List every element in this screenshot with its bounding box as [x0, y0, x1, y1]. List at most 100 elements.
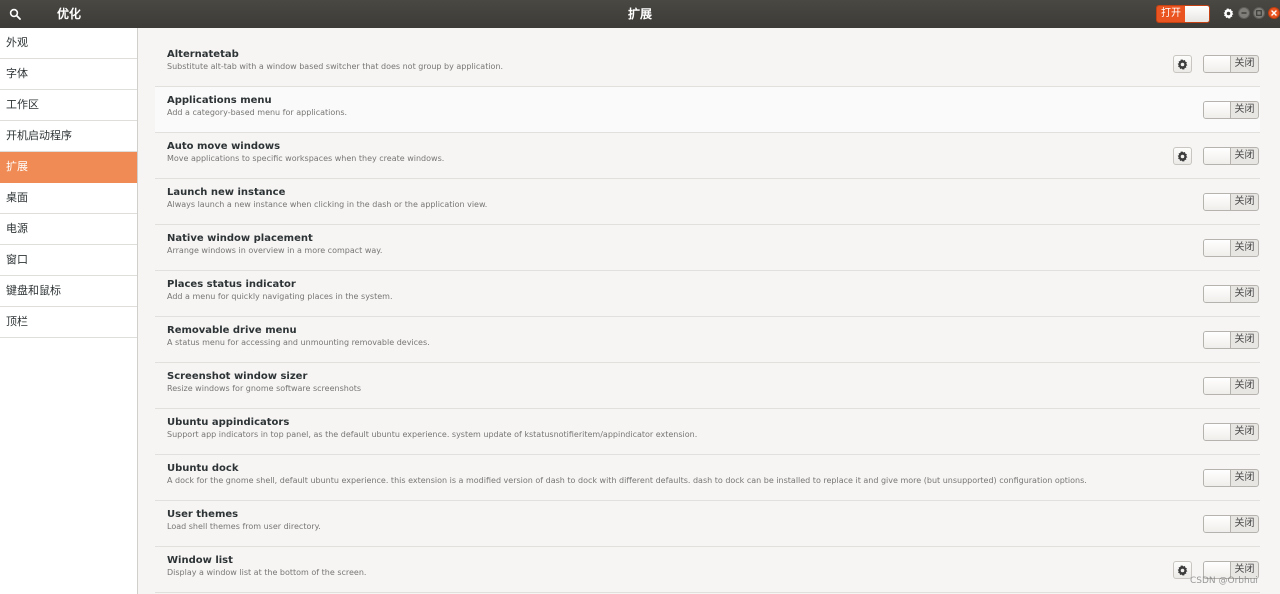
- extension-description: Always launch a new instance when clicki…: [167, 200, 488, 209]
- extension-name: Applications menu: [167, 95, 272, 106]
- sidebar-item-workspaces[interactable]: 工作区: [0, 90, 137, 121]
- extension-row: Native window placement Arrange windows i…: [155, 225, 1260, 271]
- watermark: CSDN @Orbhui: [1190, 576, 1258, 586]
- close-button[interactable]: [1268, 7, 1280, 19]
- toggle-knob: [1204, 148, 1231, 164]
- extension-row: Ubuntu appindicators Support app indicato…: [155, 409, 1260, 455]
- app-title: 优化: [57, 7, 82, 21]
- extension-description: Arrange windows in overview in a more co…: [167, 246, 383, 255]
- gear-icon[interactable]: [1222, 7, 1234, 19]
- extension-row: Places status indicator Add a menu for qu…: [155, 271, 1260, 317]
- extension-toggle[interactable]: 关闭: [1203, 423, 1259, 441]
- extension-toggle[interactable]: 关闭: [1203, 239, 1259, 257]
- sidebar-item-appearance[interactable]: 外观: [0, 28, 137, 59]
- extension-name: Alternatetab: [167, 49, 239, 60]
- maximize-button[interactable]: [1253, 7, 1265, 19]
- toggle-state-label: 关闭: [1234, 58, 1255, 69]
- extension-row: Window list Display a window list at the …: [155, 547, 1260, 593]
- gear-icon: [1177, 58, 1188, 70]
- sidebar-item-startup-applications[interactable]: 开机启动程序: [0, 121, 137, 152]
- search-icon: [9, 8, 21, 20]
- sidebar-item-power[interactable]: 电源: [0, 214, 137, 245]
- toggle-state-label: 关闭: [1234, 104, 1255, 115]
- extension-description: Add a category-based menu for applicatio…: [167, 108, 348, 117]
- sidebar-item-extensions[interactable]: 扩展: [0, 152, 137, 183]
- extension-row: Applications menu Add a category-based me…: [155, 87, 1260, 133]
- extension-row: Removable drive menu A status menu for ac…: [155, 317, 1260, 363]
- extension-row: Auto move windows Move applications to sp…: [155, 133, 1260, 179]
- extension-settings-button[interactable]: [1173, 55, 1192, 73]
- extension-description: Load shell themes from user directory.: [167, 522, 321, 531]
- extensions-global-switch[interactable]: 打开: [1156, 5, 1210, 23]
- toggle-knob: [1204, 194, 1231, 210]
- extension-description: A status menu for accessing and unmounti…: [167, 338, 430, 347]
- extension-description: Substitute alt-tab with a window based s…: [167, 62, 504, 71]
- extension-toggle[interactable]: 关闭: [1203, 285, 1259, 303]
- extension-name: Launch new instance: [167, 187, 286, 198]
- extension-name: Screenshot window sizer: [167, 371, 308, 382]
- extension-toggle[interactable]: 关闭: [1203, 101, 1259, 119]
- extension-description: Add a menu for quickly navigating places…: [167, 292, 393, 301]
- toggle-state-label: 关闭: [1234, 380, 1255, 391]
- extension-toggle[interactable]: 关闭: [1203, 515, 1259, 533]
- extension-settings-button[interactable]: [1173, 147, 1192, 165]
- toggle-knob: [1204, 240, 1231, 256]
- global-switch-knob: [1185, 6, 1209, 22]
- toggle-knob: [1204, 424, 1231, 440]
- extension-list: Alternatetab Substitute alt-tab with a wi…: [155, 41, 1260, 593]
- extension-row: Screenshot window sizer Resize windows fo…: [155, 363, 1260, 409]
- sidebar-item-desktop[interactable]: 桌面: [0, 183, 137, 214]
- extension-row: Launch new instance Always launch a new i…: [155, 179, 1260, 225]
- extension-name: Auto move windows: [167, 141, 281, 152]
- toggle-knob: [1204, 470, 1231, 486]
- sidebar: 外观 字体 工作区 开机启动程序 扩展 桌面 电源 窗口 键盘和鼠标 顶栏: [0, 28, 138, 594]
- global-switch-label: 打开: [1157, 6, 1185, 22]
- toggle-knob: [1204, 332, 1231, 348]
- extension-name: Removable drive menu: [167, 325, 297, 336]
- extension-name: Ubuntu appindicators: [167, 417, 290, 428]
- extension-description: Move applications to specific workspaces…: [167, 154, 445, 163]
- extension-toggle[interactable]: 关闭: [1203, 331, 1259, 349]
- extension-description: Display a window list at the bottom of t…: [167, 568, 367, 577]
- toggle-knob: [1204, 56, 1231, 72]
- extension-toggle[interactable]: 关闭: [1203, 55, 1259, 73]
- extension-row: Alternatetab Substitute alt-tab with a wi…: [155, 41, 1260, 87]
- toggle-knob: [1204, 378, 1231, 394]
- sidebar-item-windows[interactable]: 窗口: [0, 245, 137, 276]
- sidebar-item-fonts[interactable]: 字体: [0, 59, 137, 90]
- toggle-state-label: 关闭: [1234, 288, 1255, 299]
- toggle-knob: [1204, 286, 1231, 302]
- toggle-state-label: 关闭: [1234, 334, 1255, 345]
- extension-toggle[interactable]: 关闭: [1203, 193, 1259, 211]
- extensions-panel: Alternatetab Substitute alt-tab with a wi…: [138, 28, 1280, 594]
- toggle-state-label: 关闭: [1234, 242, 1255, 253]
- minimize-button[interactable]: [1238, 7, 1250, 19]
- extension-name: Window list: [167, 555, 233, 566]
- toggle-knob: [1204, 516, 1231, 532]
- extension-description: Support app indicators in top panel, as …: [167, 430, 698, 439]
- sidebar-item-top-bar[interactable]: 顶栏: [0, 307, 137, 338]
- extension-description: Resize windows for gnome software screen…: [167, 384, 362, 393]
- toggle-state-label: 关闭: [1234, 196, 1255, 207]
- toggle-state-label: 关闭: [1234, 518, 1255, 529]
- toggle-state-label: 关闭: [1234, 150, 1255, 161]
- extension-name: Native window placement: [167, 233, 313, 244]
- extension-name: Places status indicator: [167, 279, 296, 290]
- extension-row: Ubuntu dock A dock for the gnome shell, d…: [155, 455, 1260, 501]
- header-bar: 优化 扩展 打开: [0, 0, 1280, 28]
- extension-toggle[interactable]: 关闭: [1203, 147, 1259, 165]
- extension-row: User themes Load shell themes from user d…: [155, 501, 1260, 547]
- sidebar-item-keyboard-mouse[interactable]: 键盘和鼠标: [0, 276, 137, 307]
- gear-icon: [1177, 564, 1188, 576]
- toggle-state-label: 关闭: [1234, 472, 1255, 483]
- gear-icon: [1177, 150, 1188, 162]
- page-title: 扩展: [627, 7, 652, 21]
- extension-description: A dock for the gnome shell, default ubun…: [167, 476, 1087, 485]
- extension-toggle[interactable]: 关闭: [1203, 469, 1259, 487]
- maximize-icon: [1256, 10, 1262, 16]
- minimize-icon: [1241, 12, 1247, 14]
- extension-toggle[interactable]: 关闭: [1203, 377, 1259, 395]
- toggle-knob: [1204, 102, 1231, 118]
- search-button[interactable]: [0, 0, 30, 28]
- close-icon: [1271, 10, 1277, 16]
